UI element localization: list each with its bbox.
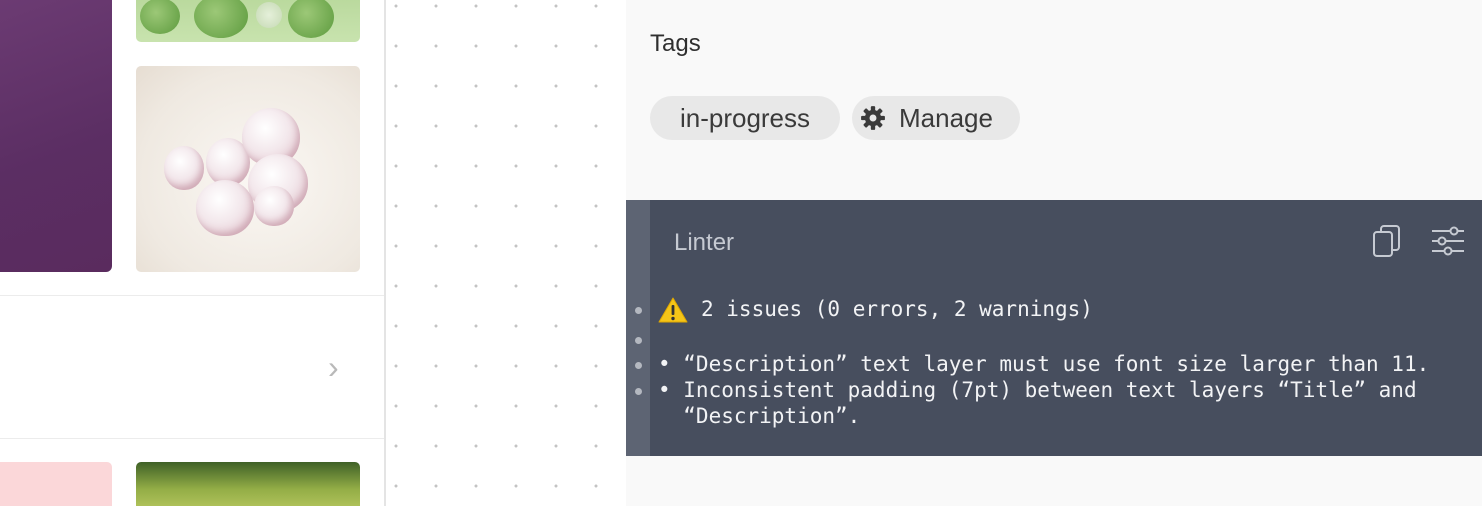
- warning-icon: [658, 297, 688, 323]
- green-image-card[interactable]: [136, 462, 360, 506]
- sliders-icon[interactable]: [1430, 226, 1466, 256]
- linter-issue: • Inconsistent padding (7pt) between tex…: [658, 378, 1417, 402]
- row-divider: [0, 438, 384, 439]
- gutter-marker: [635, 307, 642, 314]
- inspector-panel: Tags in-progress Manage Linter 2 issues …: [626, 0, 1482, 506]
- gutter-marker: [635, 362, 642, 369]
- linter-issue-continuation: “Description”.: [658, 404, 861, 428]
- gear-icon: [861, 106, 885, 130]
- manage-tags-button[interactable]: Manage: [852, 96, 1020, 140]
- tags-heading: Tags: [650, 30, 701, 57]
- pink-image-card[interactable]: [0, 462, 112, 506]
- gutter-marker: [635, 337, 642, 344]
- linter-panel: Linter 2 issues (0 errors, 2 warnings) •…: [626, 200, 1482, 456]
- garlic-image-card[interactable]: [136, 66, 360, 272]
- purple-image-card[interactable]: [0, 0, 112, 272]
- canvas-panel: ›: [0, 0, 384, 506]
- linter-issue: • “Description” text layer must use font…: [658, 352, 1430, 376]
- linter-summary: 2 issues (0 errors, 2 warnings): [701, 297, 1093, 321]
- canvas-dot-grid: [386, 0, 626, 506]
- tag-chip-label: in-progress: [679, 103, 811, 133]
- gutter-marker: [635, 388, 642, 395]
- tag-chip-in-progress[interactable]: in-progress: [650, 96, 840, 140]
- linter-gutter: [626, 200, 650, 456]
- broccoli-image-card[interactable]: [136, 0, 360, 42]
- manage-label: Manage: [899, 103, 993, 133]
- row-divider: [0, 295, 384, 296]
- chevron-right-icon[interactable]: ›: [328, 351, 350, 383]
- linter-title: Linter: [674, 229, 735, 256]
- copy-icon[interactable]: [1372, 224, 1402, 258]
